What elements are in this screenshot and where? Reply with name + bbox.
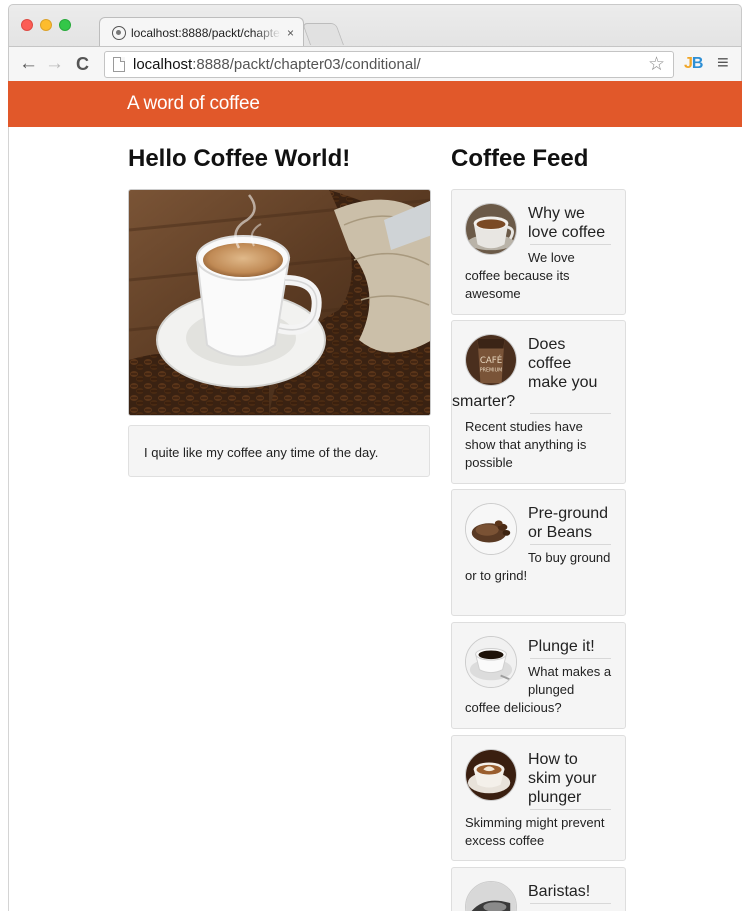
bookmark-star-icon[interactable]: ☆ bbox=[648, 53, 665, 76]
back-arrow-icon[interactable]: ← bbox=[19, 54, 38, 74]
window-edge bbox=[8, 127, 9, 911]
tab-title: localhost:8888/packt/chapter03/condition… bbox=[131, 25, 281, 40]
feed-item[interactable]: CAFÉ PREMIUM Does coffee make you smarter… bbox=[451, 320, 626, 484]
feed-item-divider bbox=[530, 658, 611, 659]
tab-favicon-icon bbox=[112, 25, 126, 40]
feed-heading: Coffee Feed bbox=[451, 145, 589, 172]
url-path: :8888/packt/chapter03/conditional/ bbox=[192, 56, 421, 73]
feed-item-divider bbox=[530, 903, 611, 904]
main-card-text: I quite like my coffee any time of the d… bbox=[144, 445, 379, 460]
feed-item[interactable]: Pre-ground or Beans To buy ground or to … bbox=[451, 489, 626, 616]
browser-tab[interactable]: localhost:8888/packt/chapter03/condition… bbox=[99, 17, 304, 47]
feed-item-description: To buy ground or to grind! bbox=[465, 550, 611, 583]
feed-item-divider bbox=[530, 544, 611, 545]
feed-item[interactable]: Baristas! bbox=[451, 867, 626, 911]
coffee-cup-illustration bbox=[129, 190, 430, 415]
jetbrains-extension-icon[interactable]: JB bbox=[684, 55, 703, 73]
ground-coffee-thumbnail bbox=[465, 503, 517, 555]
browser-menu-icon[interactable]: ≡ bbox=[717, 52, 729, 75]
browser-toolbar: ← → C localhost:8888/packt/chapter03/con… bbox=[9, 46, 741, 82]
feed-item[interactable]: Why we love coffee We love coffee becaus… bbox=[451, 189, 626, 315]
window-controls bbox=[21, 19, 71, 31]
feed-item-description: We love coffee because its awesome bbox=[465, 250, 575, 301]
feed-item-divider bbox=[530, 809, 611, 810]
site-brand-link[interactable]: A word of coffee bbox=[127, 93, 260, 115]
page-icon bbox=[113, 57, 125, 72]
feed-item[interactable]: Plunge it! What makes a plunged coffee d… bbox=[451, 622, 626, 729]
feed-item-description: Recent studies have show that anything i… bbox=[465, 419, 587, 470]
site-navbar: A word of coffee bbox=[8, 81, 742, 127]
feed-item-description: Skimming might prevent excess coffee bbox=[465, 815, 605, 848]
svg-text:PREMIUM: PREMIUM bbox=[480, 368, 502, 374]
page-title: Hello Coffee World! bbox=[128, 145, 351, 172]
coffee-cup-thumbnail bbox=[465, 203, 517, 255]
tab-close-icon[interactable]: × bbox=[287, 26, 294, 40]
forward-arrow-icon[interactable]: → bbox=[45, 54, 64, 74]
feed-item-divider bbox=[530, 413, 611, 414]
feed-item-divider bbox=[530, 244, 611, 245]
browser-window-chrome: localhost:8888/packt/chapter03/condition… bbox=[8, 4, 742, 82]
latte-thumbnail bbox=[465, 749, 517, 801]
address-bar[interactable]: localhost:8888/packt/chapter03/condition… bbox=[104, 51, 674, 78]
reload-icon[interactable]: C bbox=[76, 54, 89, 74]
url-text[interactable]: localhost:8888/packt/chapter03/condition… bbox=[133, 56, 421, 73]
maximize-window-button[interactable] bbox=[59, 19, 71, 31]
minimize-window-button[interactable] bbox=[40, 19, 52, 31]
feed-item[interactable]: How to skim your plunger Skimming might … bbox=[451, 735, 626, 861]
espresso-cup-thumbnail bbox=[465, 636, 517, 688]
new-tab-button[interactable] bbox=[301, 23, 345, 45]
main-text-card: I quite like my coffee any time of the d… bbox=[128, 425, 430, 477]
url-host: localhost bbox=[133, 56, 193, 73]
svg-text:CAFÉ: CAFÉ bbox=[480, 354, 502, 366]
cafe-premium-cup-thumbnail: CAFÉ PREMIUM bbox=[465, 334, 517, 386]
close-window-button[interactable] bbox=[21, 19, 33, 31]
hero-coffee-image bbox=[128, 189, 431, 416]
